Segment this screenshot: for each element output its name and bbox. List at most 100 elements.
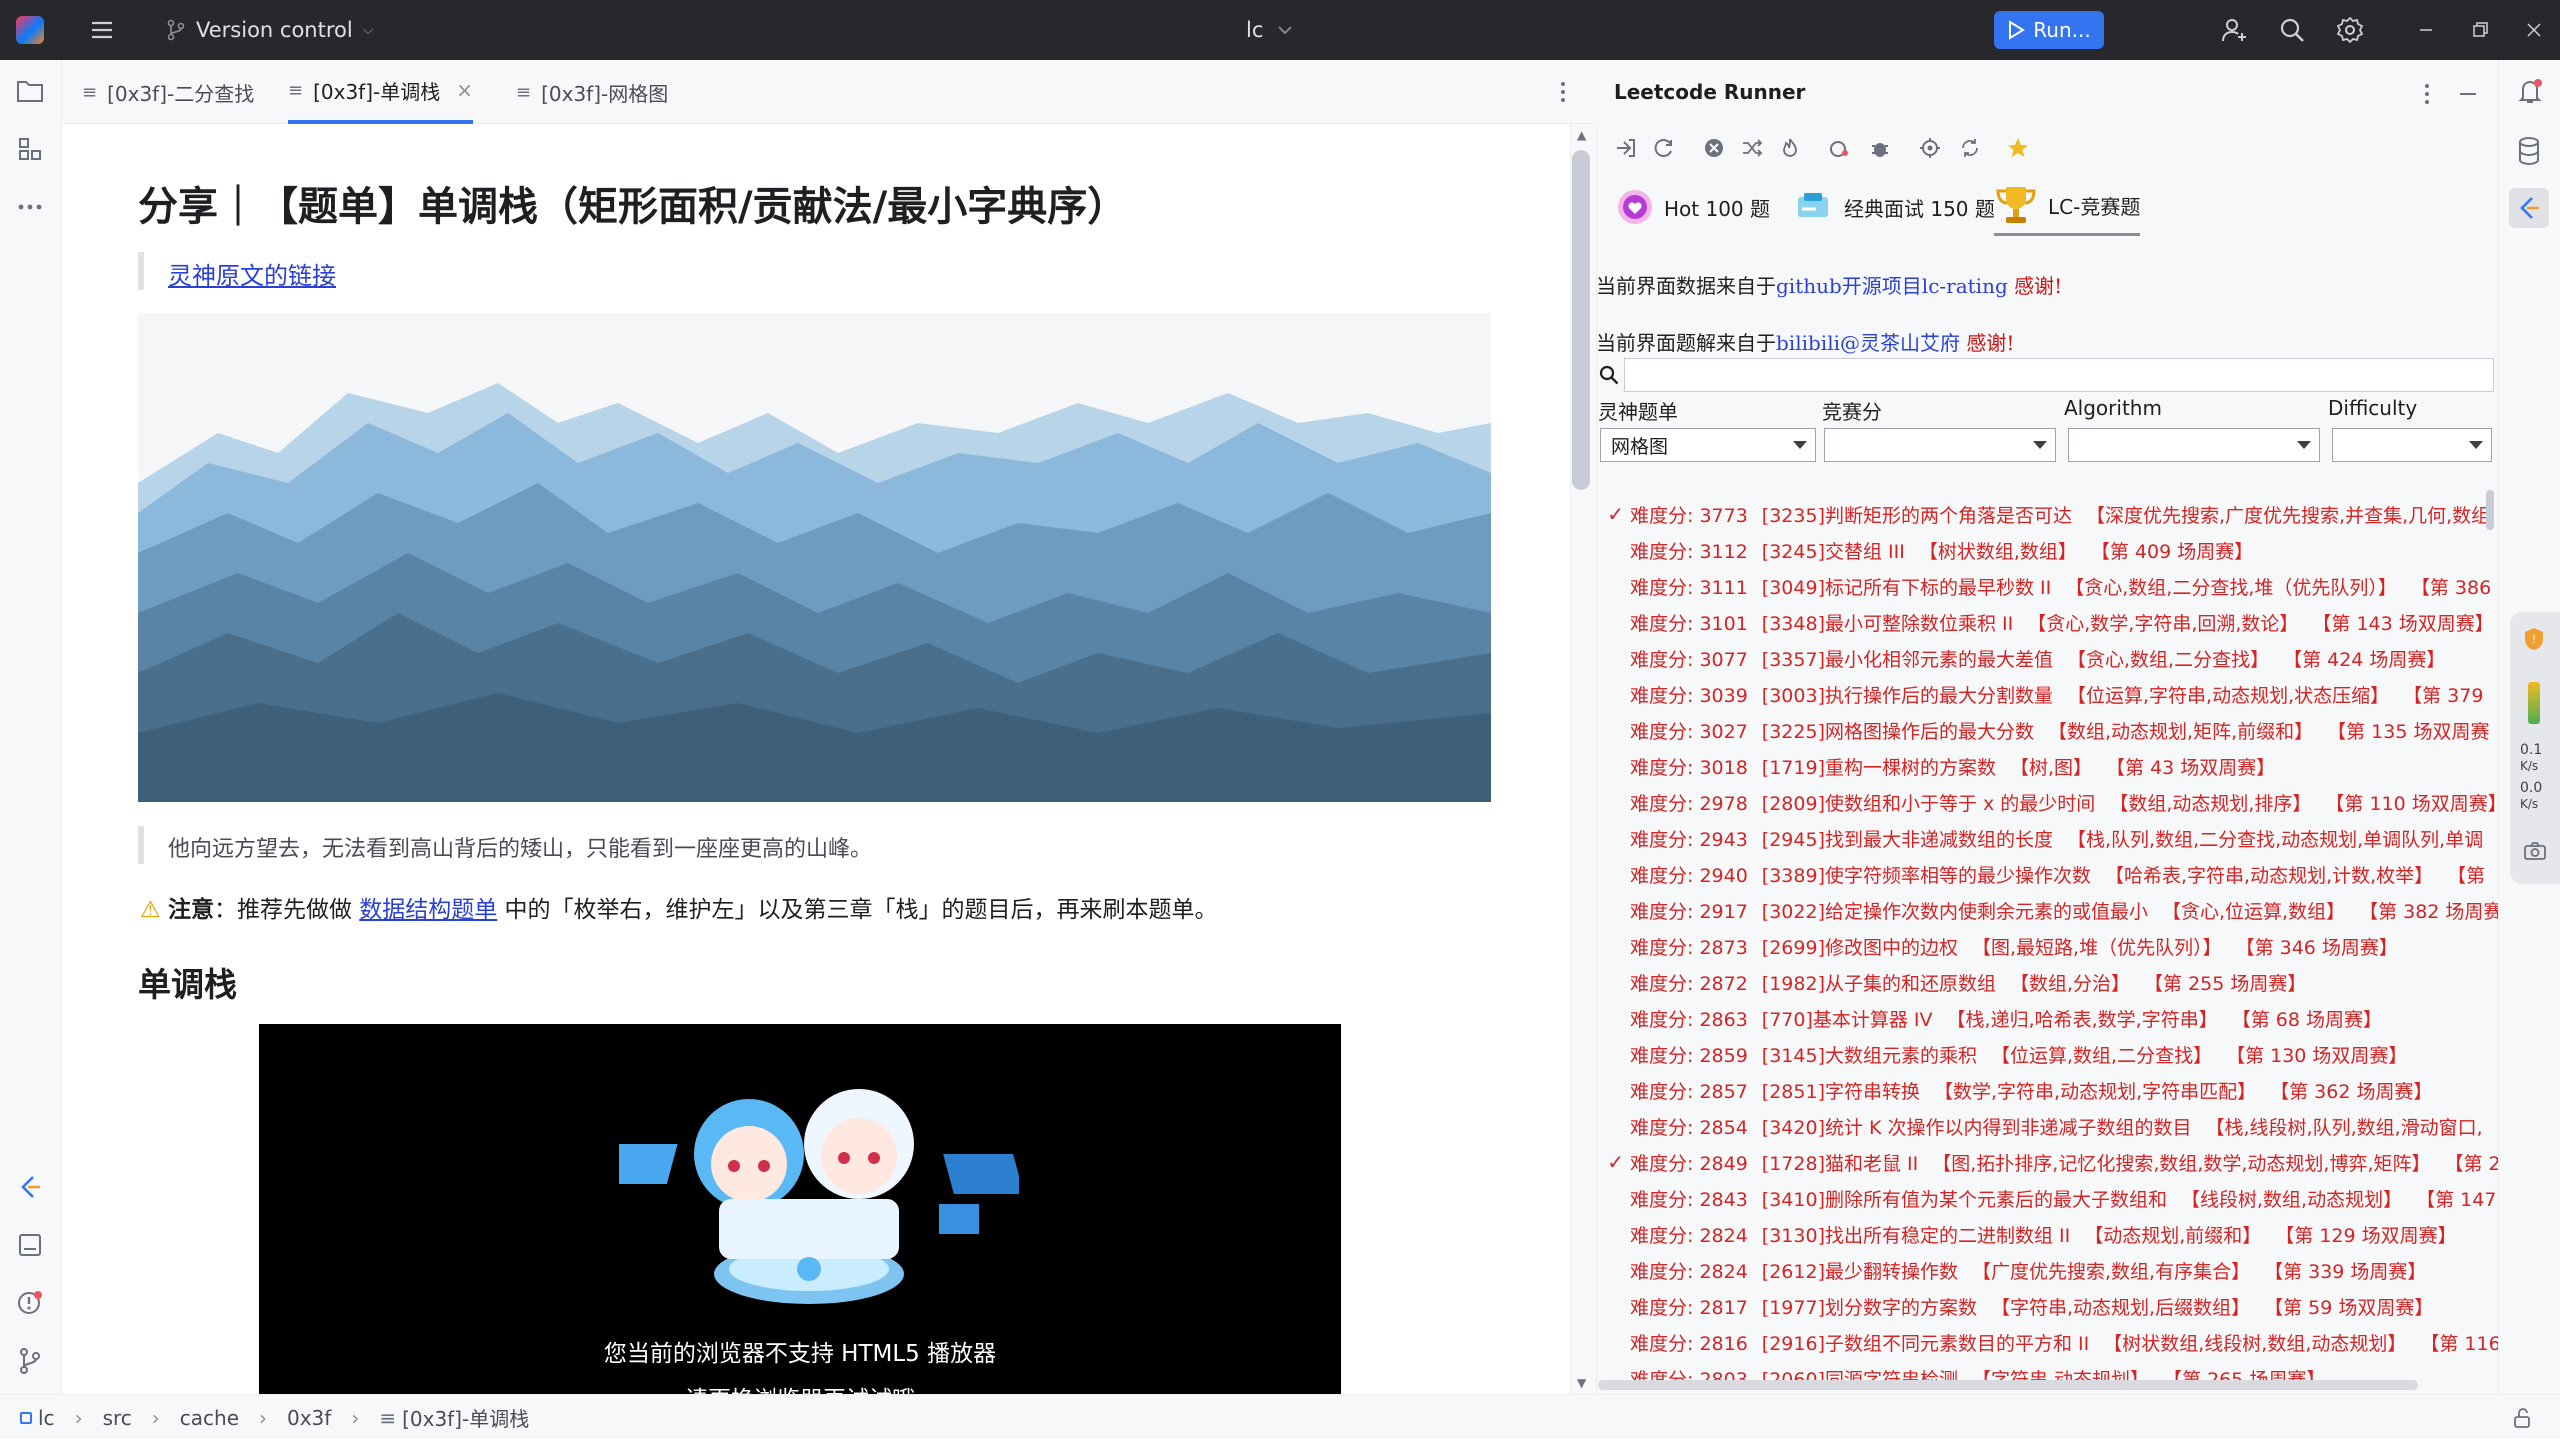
sync-icon[interactable]	[1956, 134, 1984, 162]
problem-row[interactable]: 难度分: 2824 [3130]找出所有稳定的二进制数组 II 【动态规划,前缀和】…	[1600, 1216, 2498, 1252]
close-tab-icon[interactable]: ×	[456, 78, 473, 102]
project-folder-icon[interactable]	[13, 74, 47, 108]
tab-lc-contest[interactable]: LC-竞赛题	[1994, 178, 2141, 236]
lc-rating-link[interactable]: github开源项目lc-rating	[1776, 274, 2008, 298]
git-icon[interactable]	[13, 1344, 47, 1378]
problem-row[interactable]: 难度分: 3039 [3003]执行操作后的最大分割数量 【位运算,字符串,动态规划…	[1600, 676, 2498, 712]
notifications-bell-icon[interactable]	[2515, 76, 2545, 110]
problem-row[interactable]: 难度分: 3101 [3348]最小可整除数位乘积 II 【贪心,数学,字符串,回溯…	[1600, 604, 2498, 640]
structure-icon[interactable]	[13, 132, 47, 166]
editor-scroll-thumb[interactable]	[1572, 150, 1590, 490]
score-select[interactable]	[1824, 428, 2056, 462]
refresh-icon[interactable]	[1650, 134, 1678, 162]
vcs-widget[interactable]: Version control ⌵	[166, 0, 373, 60]
problem-row[interactable]: 难度分: 3111 [3049]标记所有下标的最早秒数 II 【贪心,数组,二分查找…	[1600, 568, 2498, 604]
shuffle-icon[interactable]	[1738, 134, 1766, 162]
problem-row[interactable]: 难度分: 2824 [2612]最少翻转操作数 【广度优先搜索,数组,有序集合】 【第…	[1600, 1252, 2498, 1288]
breadcrumb-item[interactable]: lc	[38, 1406, 55, 1430]
minimize-icon[interactable]	[2410, 14, 2442, 46]
quote-bar	[138, 826, 144, 864]
breadcrumb-item[interactable]: [0x3f]-单调栈	[402, 1403, 529, 1432]
camera-icon[interactable]	[2524, 842, 2546, 860]
tab-options-icon[interactable]	[1560, 80, 1572, 104]
problem-row[interactable]: 难度分: 3018 [1719]重构一棵树的方案数 【树,图】 【第 43 场双周赛】	[1600, 748, 2498, 784]
tab-monotonic-stack[interactable]: ≡ [0x3f]-单调栈 ×	[288, 60, 474, 124]
network-speed-widget[interactable]: ! 0.1 K/s 0.0 K/s	[2510, 612, 2560, 884]
problem-score: 难度分: 2863	[1630, 1008, 1748, 1031]
problem-contest: 【第 147	[2416, 1188, 2497, 1211]
debug-bug-icon[interactable]	[1866, 134, 1894, 162]
daily-fire-icon[interactable]	[1776, 134, 1804, 162]
terminal-icon[interactable]	[13, 1228, 47, 1262]
main-menu-icon[interactable]	[88, 16, 116, 44]
add-user-icon[interactable]	[2218, 14, 2250, 46]
problem-row[interactable]: 难度分: 2917 [3022]给定操作次数内使剩余元素的或值最小 【贪心,位运算,…	[1600, 892, 2498, 928]
problem-row[interactable]: 难度分: 2859 [3145]大数组元素的乘积 【位运算,数组,二分查找】 【第 1…	[1600, 1036, 2498, 1072]
scroll-down-icon[interactable]: ▼	[1577, 1376, 1586, 1390]
list-horizontal-scroll-thumb[interactable]	[1598, 1380, 2418, 1390]
source-link[interactable]: 灵神原文的链接	[168, 256, 336, 291]
bilibili-link[interactable]: bilibili@灵茶山艾府	[1776, 331, 1960, 355]
problem-row[interactable]: ✓ 难度分: 2849 [1728]猫和老鼠 II 【图,拓扑排序,记忆化搜索,数组,…	[1600, 1144, 2498, 1180]
problem-row[interactable]: 难度分: 2854 [3420]统计 K 次操作以内得到非递减子数组的数目 【栈,线…	[1600, 1108, 2498, 1144]
tab-label: Hot 100 题	[1664, 196, 1771, 221]
problem-row[interactable]: 难度分: 2872 [1982]从子集的和还原数组 【数组,分治】 【第 255 场周…	[1600, 964, 2498, 1000]
problem-row[interactable]: 难度分: 2978 [2809]使数组和小于等于 x 的最少时间 【数组,动态规划,…	[1600, 784, 2498, 820]
leetcode-runner-tool-icon[interactable]	[2509, 188, 2549, 228]
tab-hot-100[interactable]: Hot 100 题	[1616, 178, 1770, 236]
problem-row[interactable]: 难度分: 2857 [2851]字符串转换 【数学,字符串,动态规划,字符串匹配】【…	[1600, 1072, 2498, 1108]
scroll-up-icon[interactable]: ▲	[1577, 128, 1586, 142]
clear-icon[interactable]	[1700, 134, 1728, 162]
settings-gear-icon[interactable]	[2334, 14, 2366, 46]
video-player[interactable]: 您当前的浏览器不支持 HTML5 播放器 请更换浏览器再试试哦	[259, 1024, 1341, 1394]
data-structure-link[interactable]: 数据结构题单	[359, 897, 497, 923]
problem-row[interactable]: 难度分: 2863 [770]基本计算器 IV 【栈,递归,哈希表,数学,字符串】【…	[1600, 1000, 2498, 1036]
app-logo-icon[interactable]	[16, 16, 44, 44]
project-selector[interactable]: lc	[1246, 0, 1293, 60]
problem-contest: 【第 130 场双周赛】	[2226, 1044, 2408, 1067]
tool-options-icon[interactable]	[2424, 82, 2430, 110]
difficulty-select[interactable]	[2332, 428, 2492, 462]
problem-row[interactable]: 难度分: 2843 [3410]删除所有值为某个元素后的最大子数组和 【线段树,数组…	[1600, 1180, 2498, 1216]
leetcode-plugin-icon[interactable]	[13, 1170, 47, 1204]
problem-row[interactable]: 难度分: 2816 [2916]子数组不同元素数目的平方和 II 【树状数组,线段树…	[1600, 1324, 2498, 1360]
search-icon[interactable]	[2276, 14, 2308, 46]
favorite-star-icon[interactable]	[2004, 134, 2032, 162]
problem-title: [3348]最小可整除数位乘积 II	[1761, 612, 2014, 635]
problem-row[interactable]: 难度分: 2817 [1977]划分数字的方案数 【字符串,动态规划,后缀数组】 【第…	[1600, 1288, 2498, 1324]
problem-row[interactable]: 难度分: 2943 [2945]找到最大非递减数组的长度 【栈,队列,数组,二分查找…	[1600, 820, 2498, 856]
problem-row[interactable]: 难度分: 3027 [3225]网格图操作后的最大分数 【数组,动态规划,矩阵,前缀…	[1600, 712, 2498, 748]
close-window-icon[interactable]	[2518, 14, 2550, 46]
problem-row[interactable]: 难度分: 2873 [2699]修改图中的边权 【图,最短路,堆（优先队列）】 【第 …	[1600, 928, 2498, 964]
breadcrumb-item[interactable]: cache	[180, 1406, 239, 1430]
list-scroll-thumb[interactable]	[2486, 490, 2494, 530]
problems-icon[interactable]	[13, 1286, 47, 1320]
read-only-lock-icon[interactable]	[2512, 1407, 2534, 1434]
problem-title: [2851]字符串转换	[1761, 1080, 1920, 1103]
tab-binary-search[interactable]: ≡ [0x3f]-二分查找	[82, 60, 254, 124]
problem-row[interactable]: ✓ 难度分: 3773 [3235]判断矩形的两个角落是否可达 【深度优先搜索,广度优…	[1600, 496, 2498, 532]
more-tools-icon[interactable]	[13, 190, 47, 224]
database-icon[interactable]	[2515, 136, 2543, 170]
restore-icon[interactable]	[2464, 14, 2496, 46]
algorithm-select[interactable]	[2068, 428, 2320, 462]
problem-row[interactable]: 难度分: 3112 [3245]交替组 III 【树状数组,数组】 【第 409 场周…	[1600, 532, 2498, 568]
timer-icon[interactable]	[1826, 134, 1854, 162]
locate-icon[interactable]	[1916, 134, 1944, 162]
tab-top-interview-150[interactable]: 经典面试 150 题	[1796, 178, 1995, 236]
run-button[interactable]: Run...	[1994, 11, 2104, 49]
problem-score: 难度分: 3773	[1630, 504, 1748, 527]
problem-score: 难度分: 2859	[1630, 1044, 1748, 1067]
text-file-icon: ≡	[82, 81, 98, 103]
problem-contest: 【第 382 场周赛	[2359, 900, 2498, 923]
problem-row[interactable]: 难度分: 2940 [3389]使字符频率相等的最少操作次数 【哈希表,字符串,动态…	[1600, 856, 2498, 892]
breadcrumb-item[interactable]: src	[103, 1406, 132, 1430]
login-icon[interactable]	[1612, 134, 1640, 162]
hide-tool-icon[interactable]	[2458, 82, 2478, 110]
dropdown-caret-icon	[2297, 441, 2311, 449]
list-select[interactable]: 网格图	[1600, 428, 1816, 462]
problem-search-input[interactable]	[1624, 358, 2494, 392]
problem-row[interactable]: 难度分: 3077 [3357]最小化相邻元素的最大差值 【贪心,数组,二分查找】【…	[1600, 640, 2498, 676]
tab-grid-graph[interactable]: ≡ [0x3f]-网格图	[516, 60, 668, 124]
breadcrumb-item[interactable]: 0x3f	[287, 1406, 331, 1430]
